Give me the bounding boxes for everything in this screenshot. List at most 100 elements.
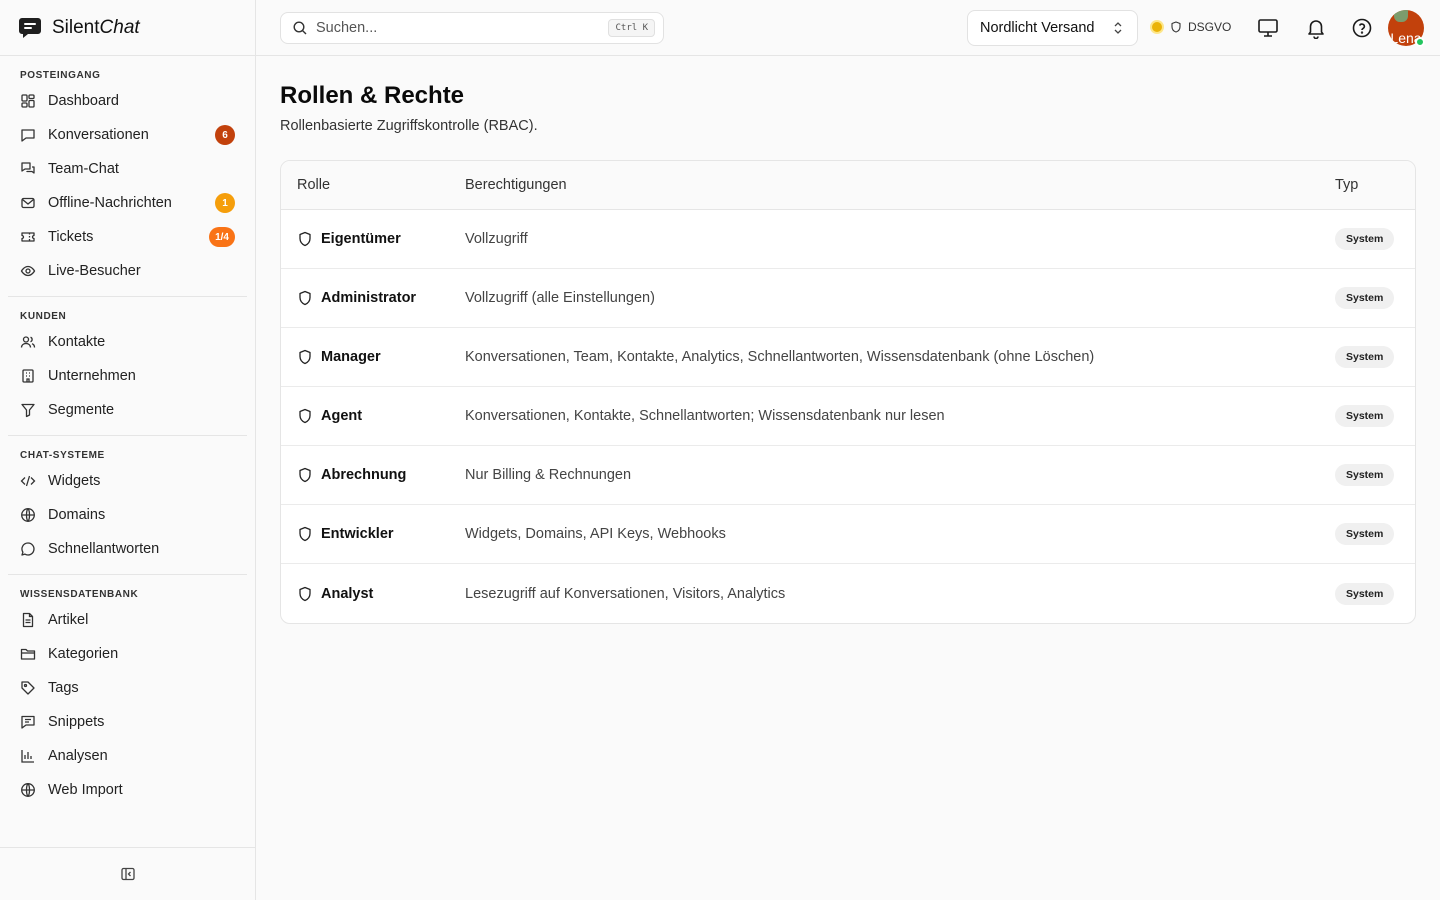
code-icon bbox=[20, 475, 36, 487]
sidebar-item-offline-nachrichten[interactable]: Offline-Nachrichten 1 bbox=[8, 186, 247, 220]
sidebar-item-widgets[interactable]: Widgets bbox=[8, 464, 247, 498]
sidebar-item-label: Dashboard bbox=[48, 93, 119, 109]
monitor-button[interactable] bbox=[1256, 16, 1280, 40]
shield-icon bbox=[299, 408, 311, 424]
type-cell: System bbox=[1335, 405, 1415, 427]
help-button[interactable] bbox=[1350, 16, 1374, 40]
sidebar-item-label: Web Import bbox=[48, 782, 123, 798]
chat-bubble-icon bbox=[21, 542, 35, 556]
table-row[interactable]: Abrechnung Nur Billing & Rechnungen Syst… bbox=[281, 446, 1415, 505]
role-cell: Analyst bbox=[281, 586, 465, 602]
table-row[interactable]: Analyst Lesezugriff auf Konversationen, … bbox=[281, 564, 1415, 623]
compliance-status[interactable]: DSGVO bbox=[1152, 20, 1231, 34]
type-badge: System bbox=[1335, 228, 1395, 250]
sidebar-item-team-chat[interactable]: Team-Chat bbox=[8, 152, 247, 186]
role-cell: Agent bbox=[281, 408, 465, 424]
sidebar-item-segmente[interactable]: Segmente bbox=[8, 393, 247, 427]
permissions-cell: Nur Billing & Rechnungen bbox=[465, 467, 632, 483]
monitor-icon bbox=[1258, 19, 1278, 37]
logo-icon bbox=[19, 17, 41, 38]
unread-badge: 6 bbox=[215, 125, 235, 145]
notifications-button[interactable] bbox=[1304, 16, 1328, 40]
ticket-icon bbox=[21, 232, 35, 242]
globe-icon bbox=[21, 783, 35, 797]
snippet-icon bbox=[21, 715, 35, 729]
sidebar-item-artikel[interactable]: Artikel bbox=[8, 603, 247, 637]
sidebar-item-snippets[interactable]: Snippets bbox=[8, 705, 247, 739]
column-header-permissions: Berechtigungen bbox=[465, 177, 567, 193]
sidebar-item-tags[interactable]: Tags bbox=[8, 671, 247, 705]
search-shortcut-hint: Ctrl K bbox=[608, 19, 655, 37]
column-header-type: Typ bbox=[1335, 177, 1359, 193]
table-row[interactable]: Entwickler Widgets, Domains, API Keys, W… bbox=[281, 505, 1415, 564]
table-row[interactable]: Agent Konversationen, Kontakte, Schnella… bbox=[281, 387, 1415, 446]
tag-icon bbox=[21, 681, 35, 695]
table-row[interactable]: Eigentümer Vollzugriff System bbox=[281, 210, 1415, 269]
collapse-sidebar-icon[interactable] bbox=[120, 866, 136, 882]
sidebar-item-label: Tickets bbox=[48, 229, 94, 245]
sidebar-item-label: Domains bbox=[48, 507, 106, 523]
sidebar-item-tickets[interactable]: Tickets 1/4 bbox=[8, 220, 247, 254]
search-icon bbox=[293, 21, 307, 35]
search-input[interactable] bbox=[316, 20, 609, 36]
sidebar-item-kategorien[interactable]: Kategorien bbox=[8, 637, 247, 671]
sidebar-item-label: Segmente bbox=[48, 402, 115, 418]
users-icon bbox=[20, 336, 36, 348]
section-title: POSTEINGANG bbox=[20, 70, 101, 81]
sidebar-item-label: Team-Chat bbox=[48, 161, 119, 177]
sidebar-item-schnellantworten[interactable]: Schnellantworten bbox=[8, 532, 247, 566]
brand-name-part2: Chat bbox=[99, 16, 140, 38]
role-name: Agent bbox=[321, 408, 363, 424]
page-title: Rollen & Rechte bbox=[280, 82, 465, 109]
section-title: KUNDEN bbox=[20, 311, 67, 322]
table-header: Rolle Berechtigungen Typ bbox=[281, 161, 1415, 210]
type-badge: System bbox=[1335, 405, 1395, 427]
permissions-cell: Lesezugriff auf Konversationen, Visitors… bbox=[465, 585, 786, 602]
sidebar-item-label: Live-Besucher bbox=[48, 263, 141, 279]
bar-chart-icon bbox=[21, 750, 34, 763]
sidebar-item-label: Kontakte bbox=[48, 334, 106, 350]
permissions-cell: Vollzugriff (alle Einstellungen) bbox=[465, 290, 655, 306]
table-row[interactable]: Administrator Vollzugriff (alle Einstell… bbox=[281, 269, 1415, 328]
shield-icon bbox=[299, 231, 311, 247]
messages-icon bbox=[21, 162, 35, 174]
sidebar-item-unternehmen[interactable]: Unternehmen bbox=[8, 359, 247, 393]
search-box[interactable]: Ctrl K bbox=[280, 12, 664, 44]
sidebar-item-kontakte[interactable]: Kontakte bbox=[8, 325, 247, 359]
sidebar-item-label: Tags bbox=[48, 680, 79, 696]
dashboard-icon bbox=[21, 94, 35, 108]
table-row[interactable]: Manager Konversationen, Team, Kontakte, … bbox=[281, 328, 1415, 387]
type-cell: System bbox=[1335, 523, 1415, 545]
sidebar-item-konversationen[interactable]: Konversationen 6 bbox=[8, 118, 247, 152]
sidebar-item-web-import[interactable]: Web Import bbox=[8, 773, 247, 807]
permissions-cell: Widgets, Domains, API Keys, Webhooks bbox=[465, 526, 726, 542]
unread-badge: 1 bbox=[215, 193, 235, 213]
workspace-name: Nordlicht Versand bbox=[980, 20, 1095, 36]
type-badge: System bbox=[1335, 346, 1395, 368]
sidebar-item-analysen[interactable]: Analysen bbox=[8, 739, 247, 773]
brand[interactable]: SilentChat bbox=[0, 0, 255, 56]
sidebar-item-label: Kategorien bbox=[48, 646, 119, 662]
sidebar-item-dashboard[interactable]: Dashboard bbox=[8, 84, 247, 118]
shield-icon bbox=[299, 349, 311, 365]
sidebar-footer bbox=[0, 847, 255, 900]
permissions-cell: Konversationen, Team, Kontakte, Analytic… bbox=[465, 349, 1095, 365]
workspace-selector[interactable]: Nordlicht Versand bbox=[967, 10, 1138, 46]
section-posteingang: POSTEINGANG Dashboard Konversationen 6 T… bbox=[8, 56, 247, 297]
sidebar-item-label: Widgets bbox=[48, 473, 101, 489]
mail-icon bbox=[21, 197, 35, 209]
type-cell: System bbox=[1335, 582, 1415, 605]
role-name: Administrator bbox=[321, 290, 417, 306]
sidebar-item-label: Snippets bbox=[48, 714, 105, 730]
sidebar-item-live-besucher[interactable]: Live-Besucher bbox=[8, 254, 247, 288]
role-cell: Eigentümer bbox=[281, 231, 465, 247]
role-name: Analyst bbox=[321, 585, 374, 602]
role-name: Manager bbox=[321, 349, 381, 365]
globe-icon bbox=[21, 508, 35, 522]
page-subtitle: Rollenbasierte Zugriffskontrolle (RBAC). bbox=[280, 118, 538, 134]
building-icon bbox=[22, 369, 34, 383]
sidebar-item-label: Artikel bbox=[48, 612, 89, 628]
type-cell: System bbox=[1335, 287, 1415, 309]
sidebar-item-domains[interactable]: Domains bbox=[8, 498, 247, 532]
bell-icon bbox=[1308, 20, 1324, 39]
